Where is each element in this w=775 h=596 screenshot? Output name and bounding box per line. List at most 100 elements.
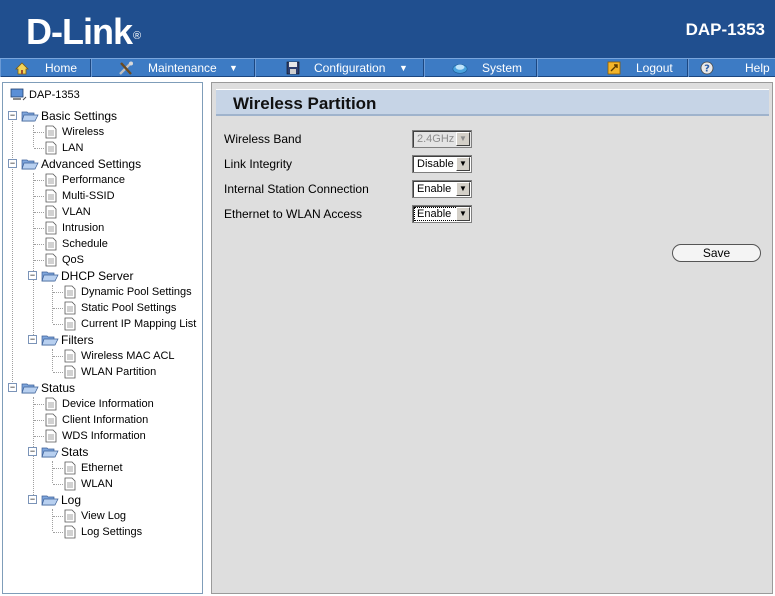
nav-home-label: Home: [45, 61, 78, 75]
chevron-down-icon: ▼: [229, 63, 238, 73]
internal-station-connection-value: Enable: [417, 183, 452, 195]
open-folder-icon: [41, 333, 59, 347]
tree-item-label: Log Settings: [81, 526, 143, 538]
tree-guide: [34, 404, 44, 405]
chevron-down-icon[interactable]: ▼: [456, 207, 470, 221]
chevron-down-icon[interactable]: ▼: [456, 182, 470, 196]
chevron-down-icon: ▼: [399, 63, 408, 73]
tree-guide: [52, 285, 53, 323]
collapse-icon[interactable]: −: [8, 111, 17, 120]
tree-item-label: Intrusion: [62, 222, 105, 234]
document-icon: [64, 317, 76, 331]
tree-guide: [34, 212, 44, 213]
tree-guide: [53, 324, 63, 325]
link-integrity-value: Disable: [417, 158, 454, 170]
open-folder-icon: [41, 269, 59, 283]
chevron-down-icon: ▼: [456, 132, 470, 146]
tree-node-label: Stats: [61, 445, 89, 459]
document-icon: [45, 397, 57, 411]
ethernet-to-wlan-access-label: Ethernet to WLAN Access: [224, 207, 363, 221]
wireless-band-value: 2.4GHz: [417, 133, 455, 145]
tree-item-label: VLAN: [62, 206, 91, 218]
tree-guide: [34, 436, 44, 437]
document-icon: [45, 253, 57, 267]
save-button[interactable]: Save: [672, 244, 761, 262]
tree-guide: [53, 292, 63, 293]
tree-root-label: DAP-1353: [29, 89, 80, 101]
tree-guide: [53, 516, 63, 517]
document-icon: [45, 237, 57, 251]
tree-item-label: WLAN: [81, 478, 113, 490]
collapse-icon[interactable]: −: [8, 383, 17, 392]
link-integrity-label: Link Integrity: [224, 157, 293, 171]
collapse-icon[interactable]: −: [8, 159, 17, 168]
dlink-logo: D-Link®: [26, 11, 141, 52]
tree-guide: [53, 356, 63, 357]
tree-node-label: Status: [41, 381, 76, 395]
tree-item-label: Client Information: [62, 414, 149, 426]
header-banner: D-Link® DAP-1353: [0, 0, 775, 58]
tree-guide: [34, 196, 44, 197]
wireless-band-select: 2.4GHz ▼: [412, 130, 472, 148]
tree-item-label: Multi-SSID: [62, 190, 115, 202]
chevron-down-icon[interactable]: ▼: [456, 157, 470, 171]
nav-home[interactable]: Home: [0, 59, 91, 77]
ethernet-to-wlan-access-select[interactable]: Enable ▼: [412, 205, 472, 223]
tree-guide: [34, 228, 44, 229]
document-icon: [64, 365, 76, 379]
collapse-icon[interactable]: −: [28, 495, 37, 504]
content-panel: Wireless Partition Wireless Band 2.4GHz …: [211, 82, 773, 594]
document-icon: [45, 173, 57, 187]
document-icon: [64, 477, 76, 491]
nav-help[interactable]: ? Help: [688, 59, 775, 77]
tree-guide: [53, 484, 63, 485]
link-integrity-select[interactable]: Disable ▼: [412, 155, 472, 173]
internal-station-connection-select[interactable]: Enable ▼: [412, 180, 472, 198]
nav-system[interactable]: System: [424, 59, 537, 77]
wireless-band-row: Wireless Band 2.4GHz ▼: [224, 129, 524, 149]
ethernet-to-wlan-access-value: Enable: [417, 208, 452, 220]
nav-logout-label: Logout: [636, 61, 673, 75]
document-icon: [45, 189, 57, 203]
help-icon: ?: [699, 60, 715, 76]
open-folder-icon: [21, 157, 39, 171]
tree-guide: [52, 461, 53, 483]
tree-node-label: Basic Settings: [41, 109, 118, 123]
tree-guide: [34, 180, 44, 181]
document-icon: [64, 301, 76, 315]
document-icon: [45, 125, 57, 139]
tree-guide: [34, 244, 44, 245]
svg-text:?: ?: [704, 64, 710, 75]
tree-guide: [34, 132, 44, 133]
document-icon: [45, 429, 57, 443]
tree-guide: [53, 308, 63, 309]
nav-configuration[interactable]: Configuration ▼: [255, 59, 424, 77]
tree-item-label: Schedule: [62, 238, 108, 250]
nav-help-label: Help: [745, 61, 770, 75]
brand-name: D-Link: [26, 11, 133, 52]
document-icon: [64, 509, 76, 523]
tree-item-label: Dynamic Pool Settings: [81, 286, 192, 298]
open-folder-icon: [21, 109, 39, 123]
tree-item-label: Wireless MAC ACL: [81, 350, 175, 362]
collapse-icon[interactable]: −: [28, 271, 37, 280]
computer-icon: [9, 88, 27, 102]
tree-item-label: Current IP Mapping List: [81, 318, 197, 330]
tree-item-label: LAN: [62, 142, 84, 154]
collapse-icon[interactable]: −: [28, 447, 37, 456]
tree-item-label: Ethernet: [81, 462, 123, 474]
document-icon: [45, 205, 57, 219]
nav-maintenance[interactable]: Maintenance ▼: [91, 59, 255, 77]
nav-logout[interactable]: Logout: [537, 59, 688, 77]
open-folder-icon: [41, 493, 59, 507]
document-icon: [64, 525, 76, 539]
floppy-disk-icon: [285, 60, 301, 76]
model-name: DAP-1353: [685, 20, 765, 39]
logout-icon: [606, 60, 622, 76]
tree-guide: [53, 372, 63, 373]
tree-guide: [34, 260, 44, 261]
nav-maintenance-label: Maintenance: [148, 61, 217, 75]
tree-node-label: Log: [61, 493, 82, 507]
collapse-icon[interactable]: −: [28, 335, 37, 344]
wireless-band-label: Wireless Band: [224, 132, 302, 146]
